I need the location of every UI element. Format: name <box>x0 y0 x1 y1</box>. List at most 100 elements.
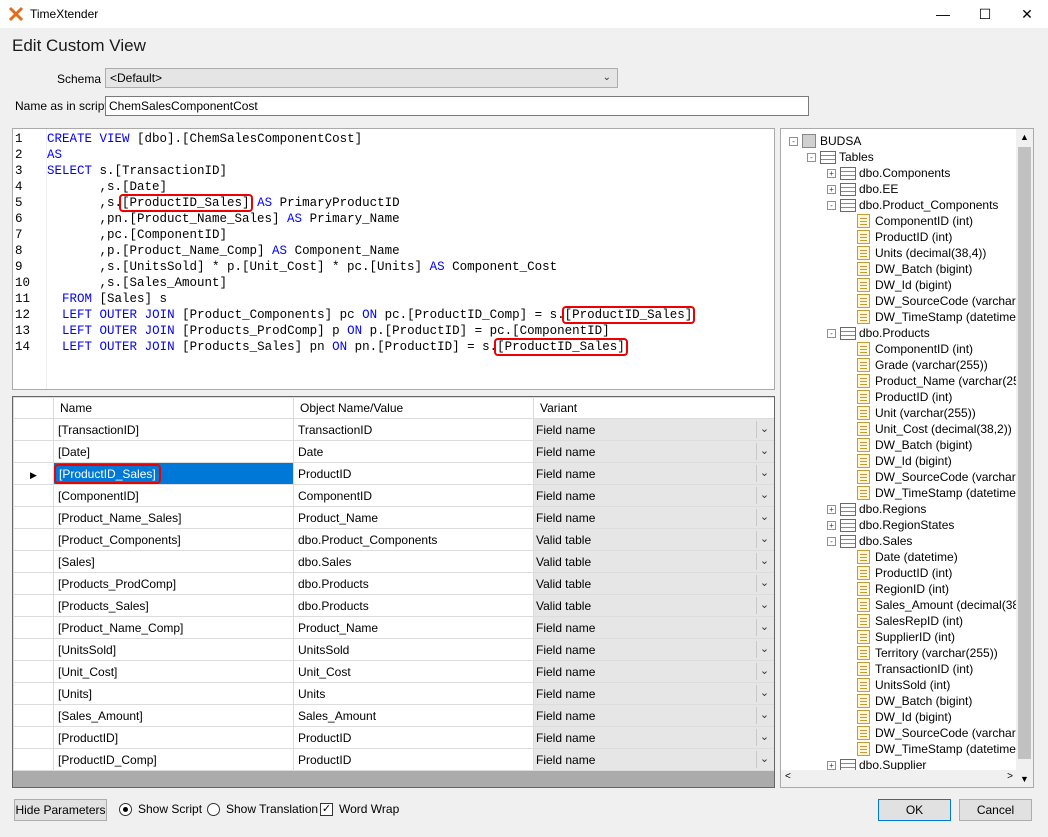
object-name-cell[interactable]: TransactionID <box>293 418 534 441</box>
collapse-icon[interactable]: - <box>789 136 798 146</box>
chevron-down-icon[interactable]: ⌄ <box>756 641 772 658</box>
tree-vertical-scrollbar[interactable]: ▲ ▼ <box>1016 129 1033 787</box>
tree-node[interactable]: SalesRepID (int) <box>857 613 963 629</box>
table-row[interactable]: [Products_Sales] dbo.Products Valid table ⌄ <box>13 594 774 617</box>
tree-node[interactable]: DW_Batch (bigint) <box>857 437 972 453</box>
object-name-cell[interactable]: dbo.Product_Components <box>293 528 534 551</box>
row-header[interactable] <box>13 638 54 661</box>
table-row[interactable]: [Sales_Amount] Sales_Amount Field name ⌄ <box>13 704 774 727</box>
row-header[interactable] <box>13 660 54 683</box>
variant-cell[interactable]: Field name ⌄ <box>533 462 774 485</box>
object-name-cell[interactable]: Product_Name <box>293 616 534 639</box>
chevron-down-icon[interactable]: ⌄ <box>756 443 772 460</box>
row-header[interactable] <box>13 682 54 705</box>
param-name-cell[interactable]: [Product_Name_Sales] <box>53 506 294 529</box>
database-tree[interactable]: - BUDSA - Tables + dbo.Components + dbo.EE - dbo.… <box>780 128 1034 788</box>
tree-node[interactable]: Date (datetime) <box>857 549 958 565</box>
tree-node[interactable]: ComponentID (int) <box>857 213 973 229</box>
scroll-down-icon[interactable]: ▼ <box>1016 771 1033 787</box>
expand-icon[interactable]: + <box>827 184 836 194</box>
variant-cell[interactable]: Valid table ⌄ <box>533 572 774 595</box>
tree-node[interactable]: DW_Batch (bigint) <box>857 693 972 709</box>
expand-icon[interactable]: + <box>827 168 836 178</box>
param-name-cell[interactable]: [Sales_Amount] <box>53 704 294 727</box>
table-row[interactable]: [Units] Units Field name ⌄ <box>13 682 774 705</box>
column-header-variant[interactable]: Variant <box>533 397 774 419</box>
scroll-right-icon[interactable]: > <box>1007 771 1013 782</box>
param-name-cell[interactable]: [ProductID_Sales] <box>53 462 294 485</box>
tree-node[interactable]: ProductID (int) <box>857 565 952 581</box>
chevron-down-icon[interactable]: ⌄ <box>756 707 772 724</box>
close-button[interactable]: ✕ <box>1006 0 1048 28</box>
variant-cell[interactable]: Valid table ⌄ <box>533 550 774 573</box>
minimize-button[interactable]: — <box>922 0 964 28</box>
chevron-down-icon[interactable]: ⌄ <box>756 553 772 570</box>
tree-node[interactable]: - BUDSA <box>789 133 861 149</box>
tree-node[interactable]: TransactionID (int) <box>857 661 973 677</box>
variant-cell[interactable]: Field name ⌄ <box>533 660 774 683</box>
collapse-icon[interactable]: - <box>827 200 836 210</box>
variant-cell[interactable]: Valid table ⌄ <box>533 528 774 551</box>
param-name-cell[interactable]: [UnitsSold] <box>53 638 294 661</box>
param-name-cell[interactable]: [Date] <box>53 440 294 463</box>
tree-node[interactable]: Units (decimal(38,4)) <box>857 245 986 261</box>
tree-node[interactable]: + dbo.RegionStates <box>827 517 954 533</box>
tree-node[interactable]: DW_Id (bigint) <box>857 453 952 469</box>
tree-node[interactable]: - Tables <box>807 149 874 165</box>
tree-node[interactable]: + dbo.Components <box>827 165 950 181</box>
variant-cell[interactable]: Field name ⌄ <box>533 682 774 705</box>
tree-node[interactable]: DW_TimeStamp (datetime) <box>857 741 1020 757</box>
tree-node[interactable]: + dbo.EE <box>827 181 898 197</box>
chevron-down-icon[interactable]: ⌄ <box>756 509 772 526</box>
expand-icon[interactable]: + <box>827 760 836 770</box>
schema-select[interactable]: <Default> ⌄ <box>105 68 618 88</box>
collapse-icon[interactable]: - <box>827 536 836 546</box>
tree-node[interactable]: + dbo.Regions <box>827 501 926 517</box>
chevron-down-icon[interactable]: ⌄ <box>756 597 772 614</box>
variant-cell[interactable]: Field name ⌄ <box>533 484 774 507</box>
table-row[interactable]: [ComponentID] ComponentID Field name ⌄ <box>13 484 774 507</box>
scroll-left-icon[interactable]: < <box>785 771 791 782</box>
object-name-cell[interactable]: Unit_Cost <box>293 660 534 683</box>
table-row[interactable]: [Unit_Cost] Unit_Cost Field name ⌄ <box>13 660 774 683</box>
tree-node[interactable]: RegionID (int) <box>857 581 949 597</box>
object-name-cell[interactable]: ProductID <box>293 462 534 485</box>
row-header[interactable] <box>13 440 54 463</box>
tree-node[interactable]: ProductID (int) <box>857 389 952 405</box>
object-name-cell[interactable]: ProductID <box>293 726 534 749</box>
variant-cell[interactable]: Valid table ⌄ <box>533 594 774 617</box>
table-row[interactable]: [UnitsSold] UnitsSold Field name ⌄ <box>13 638 774 661</box>
tree-horizontal-scrollbar[interactable]: < > <box>781 770 1017 787</box>
tree-node[interactable]: DW_SourceCode (varchar(1 <box>857 725 1026 741</box>
row-header[interactable] <box>13 704 54 727</box>
chevron-down-icon[interactable]: ⌄ <box>756 421 772 438</box>
tree-node[interactable]: DW_TimeStamp (datetime) <box>857 309 1020 325</box>
param-name-cell[interactable]: [Unit_Cost] <box>53 660 294 683</box>
scrollbar-thumb[interactable] <box>1018 147 1031 759</box>
chevron-down-icon[interactable]: ⌄ <box>756 751 772 768</box>
variant-cell[interactable]: Field name ⌄ <box>533 506 774 529</box>
table-row[interactable]: [Product_Name_Sales] Product_Name Field na… <box>13 506 774 529</box>
row-header[interactable] <box>13 748 54 771</box>
name-input[interactable]: ChemSalesComponentCost <box>105 96 809 116</box>
tree-node[interactable]: DW_TimeStamp (datetime) <box>857 485 1020 501</box>
tree-node[interactable]: - dbo.Sales <box>827 533 912 549</box>
tree-node[interactable]: ComponentID (int) <box>857 341 973 357</box>
chevron-down-icon[interactable]: ⌄ <box>756 531 772 548</box>
tree-node[interactable]: DW_SourceCode (varchar(1 <box>857 293 1026 309</box>
row-header[interactable]: ▶ <box>13 462 54 485</box>
tree-node[interactable]: SupplierID (int) <box>857 629 955 645</box>
variant-cell[interactable]: Field name ⌄ <box>533 638 774 661</box>
param-name-cell[interactable]: [ProductID] <box>53 726 294 749</box>
param-name-cell[interactable]: [Units] <box>53 682 294 705</box>
tree-node[interactable]: DW_Id (bigint) <box>857 277 952 293</box>
object-name-cell[interactable]: UnitsSold <box>293 638 534 661</box>
row-header[interactable] <box>13 506 54 529</box>
row-header[interactable] <box>13 616 54 639</box>
object-name-cell[interactable]: ComponentID <box>293 484 534 507</box>
variant-cell[interactable]: Field name ⌄ <box>533 726 774 749</box>
scroll-up-icon[interactable]: ▲ <box>1016 129 1033 145</box>
variant-cell[interactable]: Field name ⌄ <box>533 418 774 441</box>
row-header[interactable] <box>13 550 54 573</box>
script-editor[interactable]: 1 CREATE VIEW [dbo].[ChemSalesComponentCo… <box>12 128 775 390</box>
